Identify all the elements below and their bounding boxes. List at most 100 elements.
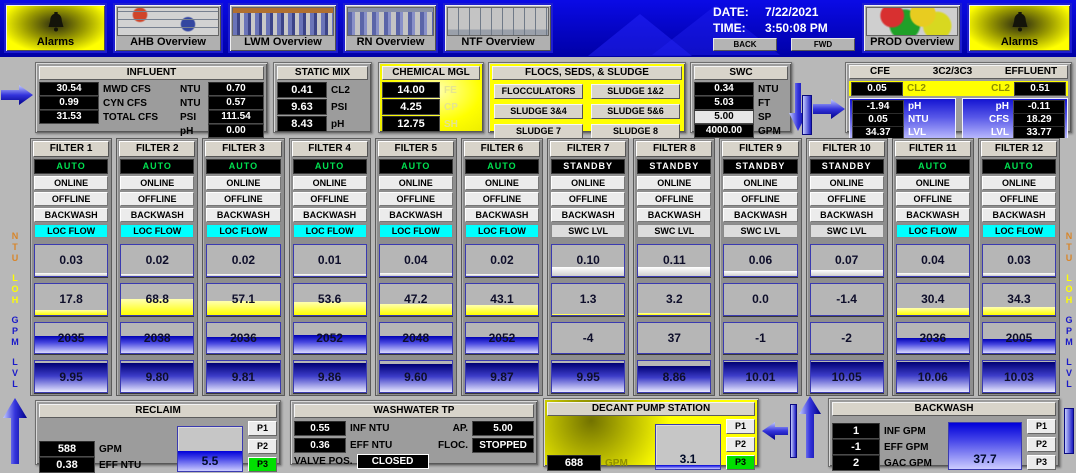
filter-online-button[interactable]: ONLINE xyxy=(723,176,797,190)
filter-status-display[interactable]: STANDBY xyxy=(723,159,797,174)
filter-offline-button[interactable]: OFFLINE xyxy=(723,192,797,206)
flocs-button-sludge-5-6[interactable]: SLUDGE 5&6 xyxy=(591,104,680,119)
filter-backwash-button[interactable]: BACKWASH xyxy=(120,208,194,222)
pump-button-p2[interactable]: P2 xyxy=(1027,437,1056,452)
pump-button-p1[interactable]: P1 xyxy=(726,419,755,434)
filter-status-display[interactable]: STANDBY xyxy=(551,159,625,174)
alarms-button-left[interactable]: Alarms xyxy=(4,3,107,53)
nav-button-ahb-overview[interactable]: AHB Overview xyxy=(113,3,223,53)
flocs-button-flocculators[interactable]: FLOCCULATORS xyxy=(494,84,583,99)
pump-button-p2[interactable]: P2 xyxy=(248,439,277,454)
pump-button-p2[interactable]: P2 xyxy=(726,437,755,452)
filter-status-display[interactable]: STANDBY xyxy=(637,159,711,174)
filter-status-display[interactable]: AUTO xyxy=(120,159,194,174)
filter-flow-mode-button[interactable]: SWC LVL xyxy=(723,224,797,238)
flocs-button-sludge-3-4[interactable]: SLUDGE 3&4 xyxy=(494,104,583,119)
filter-column-filter-6: FILTER 6AUTOONLINEOFFLINEBACKWASHLOC FLO… xyxy=(461,138,543,396)
filter-backwash-button[interactable]: BACKWASH xyxy=(637,208,711,222)
field-label: pH xyxy=(908,101,921,112)
washwater-value-display: 5.00 xyxy=(472,421,534,436)
pump-button-p3[interactable]: P3 xyxy=(1027,455,1056,470)
filter-status-display[interactable]: STANDBY xyxy=(810,159,884,174)
influent-value-display: 111.54 xyxy=(208,110,264,124)
filter-title: FILTER 4 xyxy=(292,141,368,157)
filter-backwash-button[interactable]: BACKWASH xyxy=(982,208,1056,222)
pump-button-p3[interactable]: P3 xyxy=(726,455,755,470)
filter-gpm-gauge: 2052 xyxy=(465,322,539,355)
filter-flow-mode-button[interactable]: LOC FLOW xyxy=(982,224,1056,238)
filter-online-button[interactable]: ONLINE xyxy=(379,176,453,190)
filter-online-button[interactable]: ONLINE xyxy=(120,176,194,190)
filter-flow-mode-button[interactable]: SWC LVL xyxy=(551,224,625,238)
filter-online-button[interactable]: ONLINE xyxy=(34,176,108,190)
pump-button-p1[interactable]: P1 xyxy=(1027,419,1056,434)
filter-offline-button[interactable]: OFFLINE xyxy=(206,192,280,206)
filter-backwash-button[interactable]: BACKWASH xyxy=(810,208,884,222)
filter-offline-button[interactable]: OFFLINE xyxy=(120,192,194,206)
filter-status-display[interactable]: AUTO xyxy=(379,159,453,174)
filter-offline-button[interactable]: OFFLINE xyxy=(810,192,884,206)
field-label: INF NTU xyxy=(350,423,428,434)
filter-online-button[interactable]: ONLINE xyxy=(551,176,625,190)
filter-backwash-button[interactable]: BACKWASH xyxy=(551,208,625,222)
filter-backwash-button[interactable]: BACKWASH xyxy=(723,208,797,222)
filter-offline-button[interactable]: OFFLINE xyxy=(551,192,625,206)
flocs-button-sludge-7[interactable]: SLUDGE 7 xyxy=(494,124,583,139)
filter-backwash-button[interactable]: BACKWASH xyxy=(206,208,280,222)
filter-online-button[interactable]: ONLINE xyxy=(810,176,884,190)
filter-flow-mode-button[interactable]: LOC FLOW xyxy=(34,224,108,238)
field-label: CYN CFS xyxy=(103,98,176,109)
pump-button-p1[interactable]: P1 xyxy=(248,421,277,436)
back-button[interactable]: BACK xyxy=(713,38,777,51)
filter-flow-mode-button[interactable]: LOC FLOW xyxy=(379,224,453,238)
filter-offline-button[interactable]: OFFLINE xyxy=(637,192,711,206)
nav-button-ntf-overview[interactable]: NTF Overview xyxy=(443,3,553,53)
filter-offline-button[interactable]: OFFLINE xyxy=(34,192,108,206)
static-mix-value-display: 0.41 xyxy=(277,82,327,98)
filter-flow-mode-button[interactable]: LOC FLOW xyxy=(206,224,280,238)
filter-status-display[interactable]: AUTO xyxy=(982,159,1056,174)
filter-status-display[interactable]: AUTO xyxy=(206,159,280,174)
nav-button-lwm-overview[interactable]: LWM Overview xyxy=(228,3,338,53)
filter-loh-value: 17.8 xyxy=(35,292,107,306)
alarms-button-right[interactable]: Alarms xyxy=(967,3,1072,53)
filter-flow-mode-button[interactable]: SWC LVL xyxy=(637,224,711,238)
filter-offline-button[interactable]: OFFLINE xyxy=(896,192,970,206)
filter-lvl-gauge: 9.87 xyxy=(465,360,539,393)
nav-button-rn-overview[interactable]: RN Overview xyxy=(343,3,438,53)
filter-offline-button[interactable]: OFFLINE xyxy=(465,192,539,206)
flocs-button-sludge-1-2[interactable]: SLUDGE 1&2 xyxy=(591,84,680,99)
filter-offline-button[interactable]: OFFLINE xyxy=(982,192,1056,206)
filter-offline-button[interactable]: OFFLINE xyxy=(379,192,453,206)
filter-backwash-button[interactable]: BACKWASH xyxy=(34,208,108,222)
filter-backwash-button[interactable]: BACKWASH xyxy=(896,208,970,222)
filter-lvl-value: 8.86 xyxy=(638,370,710,384)
reclaim-row: 588GPM xyxy=(39,442,172,456)
filter-backwash-button[interactable]: BACKWASH xyxy=(293,208,367,222)
filter-online-button[interactable]: ONLINE xyxy=(637,176,711,190)
filter-status-display[interactable]: AUTO xyxy=(293,159,367,174)
filter-flow-mode-button[interactable]: LOC FLOW xyxy=(293,224,367,238)
filter-status-display[interactable]: AUTO xyxy=(34,159,108,174)
filter-backwash-button[interactable]: BACKWASH xyxy=(465,208,539,222)
filter-flow-mode-button[interactable]: SWC LVL xyxy=(810,224,884,238)
cfe-row: -1.94pH xyxy=(852,101,953,112)
filter-online-button[interactable]: ONLINE xyxy=(293,176,367,190)
flocs-button-sludge-8[interactable]: SLUDGE 8 xyxy=(591,124,680,139)
filter-backwash-button[interactable]: BACKWASH xyxy=(379,208,453,222)
filter-online-button[interactable]: ONLINE xyxy=(206,176,280,190)
filter-flow-mode-button[interactable]: LOC FLOW xyxy=(896,224,970,238)
fwd-button[interactable]: FWD xyxy=(791,38,855,51)
field-label: CL2 xyxy=(907,83,926,94)
filter-online-button[interactable]: ONLINE xyxy=(982,176,1056,190)
nav-button-prod-overview[interactable]: PROD Overview xyxy=(862,3,962,53)
swc-setpoint-input[interactable]: 5.00 xyxy=(694,110,754,124)
filter-status-display[interactable]: AUTO xyxy=(465,159,539,174)
filter-online-button[interactable]: ONLINE xyxy=(465,176,539,190)
filter-online-button[interactable]: ONLINE xyxy=(896,176,970,190)
filter-status-display[interactable]: AUTO xyxy=(896,159,970,174)
pump-button-p3[interactable]: P3 xyxy=(248,457,277,472)
filter-flow-mode-button[interactable]: LOC FLOW xyxy=(465,224,539,238)
filter-flow-mode-button[interactable]: LOC FLOW xyxy=(120,224,194,238)
filter-offline-button[interactable]: OFFLINE xyxy=(293,192,367,206)
